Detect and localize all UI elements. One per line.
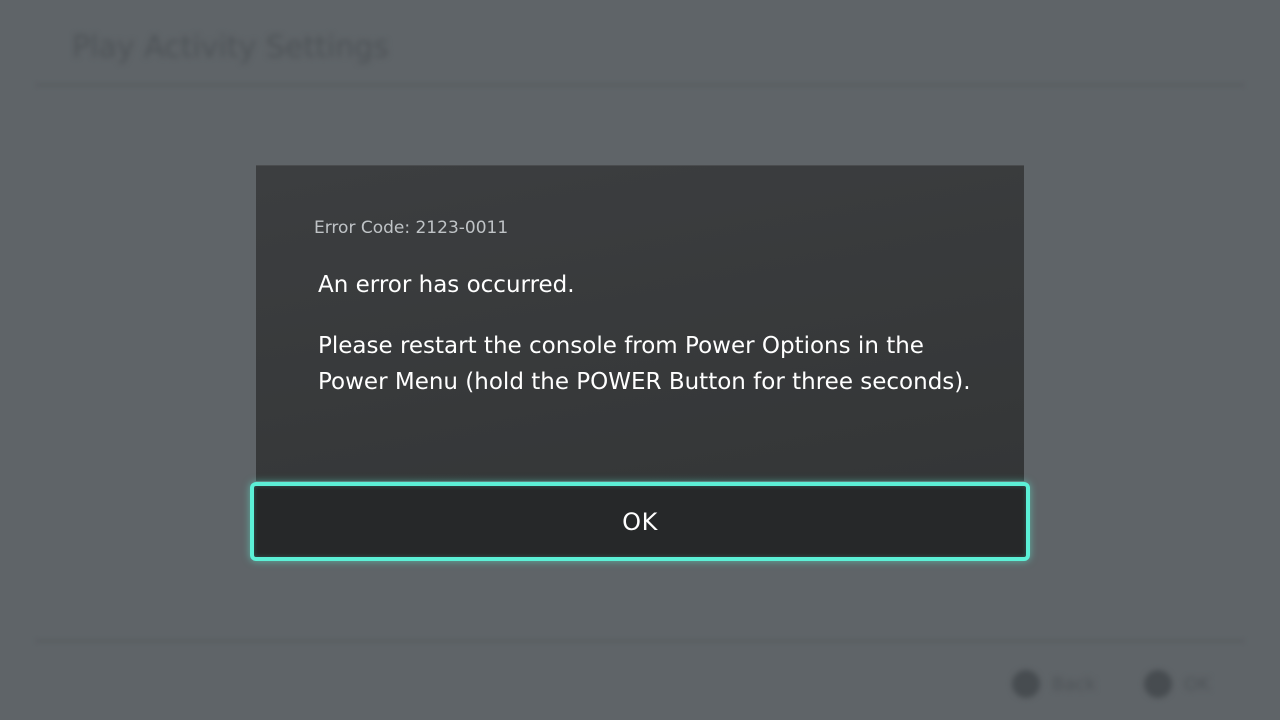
background-back-label: Back [1052,673,1096,695]
ok-button[interactable]: OK [250,482,1030,561]
background-header-divider [36,84,1244,86]
background-footer-divider [36,640,1244,642]
error-heading: An error has occurred. [318,272,575,298]
background-screen-title: Play Activity Settings [72,30,389,65]
ok-button-label: OK [622,507,658,536]
error-code: Error Code: 2123-0011 [314,218,509,238]
background-back-hint: Back [1012,670,1096,698]
background-ok-label: OK [1184,673,1210,695]
b-button-icon [1012,670,1040,698]
error-message: Please restart the console from Power Op… [318,333,971,395]
a-button-icon [1144,670,1172,698]
background-ok-hint: OK [1144,670,1210,698]
error-dialog: Error Code: 2123-0011 An error has occur… [256,165,1024,481]
